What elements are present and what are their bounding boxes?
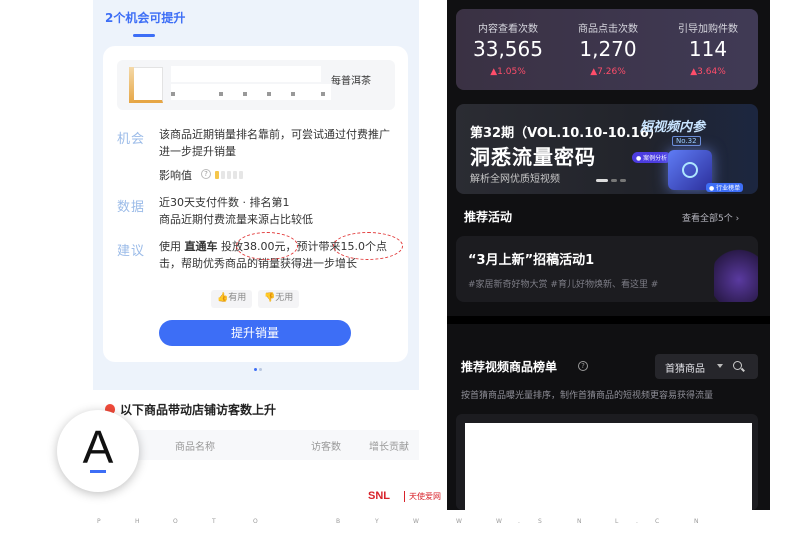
- art-issue-number: No.32: [672, 136, 701, 146]
- pager-dot[interactable]: [259, 368, 262, 371]
- wm-char: Y: [375, 518, 379, 525]
- view-all-link[interactable]: 查看全部5个 ›: [682, 211, 739, 224]
- product-subtitle-mask: [171, 84, 331, 100]
- pager-dot-active[interactable]: [254, 368, 257, 371]
- search-icon[interactable]: [733, 361, 742, 370]
- art-title: 短视频内参: [640, 120, 706, 135]
- art-case-pill: ● 案例分析: [632, 152, 672, 163]
- stat-value: 1,270: [579, 37, 637, 61]
- suggestion-tool: 直通车: [184, 240, 218, 253]
- stat-label: 内容查看次数: [478, 24, 538, 35]
- product-title-mask: [171, 66, 321, 82]
- wm-char: N: [694, 518, 699, 525]
- wm-char: O: [253, 518, 258, 525]
- ranking-content-area: [465, 423, 752, 510]
- ranking-title: 推荐视频商品榜单: [461, 360, 558, 374]
- opportunity-text: 该商品近期销量排名靠前，可尝试通过付费推广进一步提升销量: [159, 128, 390, 158]
- stat-change: ▲7.26%: [590, 67, 626, 77]
- activity-title: “3月上新”招稿活动1: [468, 253, 595, 268]
- wm-char: P: [97, 518, 101, 525]
- impact-meter: [215, 171, 249, 179]
- activity-tags: #家居新奇好物大赏 #育儿好物焕新、看这里 #: [468, 280, 659, 290]
- wm-char: C: [655, 518, 660, 525]
- stats-card: 内容查看次数 33,565 ▲1.05% 商品点击次数 1,270 ▲7.26%…: [456, 9, 758, 90]
- text-cursor-icon: [90, 470, 106, 473]
- promo-banner[interactable]: 第32期（VOL.10.10-10.16） 洞悉流量密码 解析全网优质短视频 短…: [456, 104, 758, 194]
- wm-char: S: [538, 518, 542, 525]
- recommended-activities-title: 推荐活动: [464, 210, 513, 224]
- activity-card[interactable]: “3月上新”招稿活动1 #家居新奇好物大赏 #育儿好物焕新、看这里 #: [456, 236, 758, 302]
- wm-char: T: [212, 518, 216, 525]
- highlight-circle-amount: [236, 232, 298, 260]
- col-product-name: 商品名称: [175, 442, 215, 453]
- boost-sales-button[interactable]: 提升销量: [159, 320, 351, 346]
- banner-subtitle: 解析全网优质短视频: [470, 174, 560, 185]
- ranking-filter-value: 首猜商品: [665, 364, 705, 375]
- stat-label: 商品点击次数: [578, 24, 638, 35]
- wm-char: .: [636, 518, 638, 525]
- stat-change: ▲1.05%: [490, 67, 526, 77]
- product-summary[interactable]: 每普洱茶: [117, 60, 395, 110]
- highlight-circle-points: [333, 232, 403, 260]
- stat-value: 33,565: [473, 37, 543, 61]
- ranking-description: 按首猜商品曝光量排序，制作首猜商品的短视频更容易获得流量: [461, 391, 714, 401]
- product-thumbnail: [129, 67, 163, 103]
- watermark-logo: SNL: [368, 490, 390, 502]
- opportunity-tab-title[interactable]: 2个机会可提升: [105, 9, 185, 26]
- watermark-strip: [0, 510, 800, 533]
- banner-pager[interactable]: [596, 179, 636, 183]
- wm-char: W: [413, 518, 419, 525]
- wm-char: .: [518, 518, 520, 525]
- ranking-filter-select[interactable]: 首猜商品: [655, 354, 758, 379]
- useless-button[interactable]: 👎无用: [258, 290, 300, 308]
- col-growth: 增长贡献: [369, 442, 409, 453]
- wm-char: W: [496, 518, 502, 525]
- stat-change: ▲3.64%: [690, 67, 726, 77]
- stat-value: 114: [688, 37, 728, 61]
- visitor-growth-title: 以下商品带动店铺访客数上升: [120, 403, 277, 417]
- row-label-suggestion: 建议: [117, 244, 146, 259]
- wm-char: O: [173, 518, 178, 525]
- wm-char: N: [577, 518, 582, 525]
- help-icon[interactable]: ?: [201, 169, 211, 179]
- banner-headline: 洞悉流量密码: [470, 145, 596, 169]
- product-thumbnail-accent: [129, 67, 134, 103]
- watermark-subtitle: 天使爱网: [404, 491, 441, 502]
- wm-char: L: [615, 518, 619, 525]
- ranking-list: [456, 414, 758, 510]
- row-label-data: 数据: [117, 200, 146, 215]
- chevron-down-icon: [717, 364, 723, 368]
- col-visitors: 访客数: [311, 442, 341, 453]
- content-dashboard: 内容查看次数 33,565 ▲1.05% 商品点击次数 1,270 ▲7.26%…: [447, 0, 770, 510]
- impact-label: 影响值: [159, 169, 192, 182]
- useful-button[interactable]: 👍有用: [211, 290, 253, 308]
- font-style-badge[interactable]: A: [57, 410, 139, 492]
- tab-underline: [133, 34, 155, 37]
- help-icon[interactable]: ?: [578, 361, 588, 371]
- data-line-1: 近30天支付件数 · 排名第1: [159, 196, 290, 209]
- stat-label: 引导加购件数: [678, 24, 738, 35]
- badge-letter: A: [82, 421, 114, 473]
- table-header: 商品 商品名称 访客数 增长贡献: [93, 430, 419, 460]
- wm-char: W: [456, 518, 462, 525]
- wm-char: B: [336, 518, 341, 525]
- opportunity-panel: 2个机会可提升 每普洱茶 机会 该商品近期销量排名靠前，可尝试通过付费推广进一步…: [93, 0, 419, 533]
- opportunity-card: 每普洱茶 机会 该商品近期销量排名靠前，可尝试通过付费推广进一步提升销量 影响值…: [103, 46, 408, 362]
- section-divider: [447, 316, 770, 324]
- activity-artwork: [714, 246, 758, 302]
- art-ranking-tag: ● 行业榜单: [706, 183, 744, 192]
- product-name: 每普洱茶: [331, 76, 371, 87]
- data-line-2: 商品近期付费流量来源占比较低: [159, 213, 313, 226]
- row-label-opportunity: 机会: [117, 132, 146, 147]
- wm-char: H: [135, 518, 140, 525]
- banner-artwork: 短视频内参 No.32 ● 案例分析 ● 行业榜单: [632, 112, 752, 192]
- suggestion-seg-1: 使用: [159, 240, 185, 253]
